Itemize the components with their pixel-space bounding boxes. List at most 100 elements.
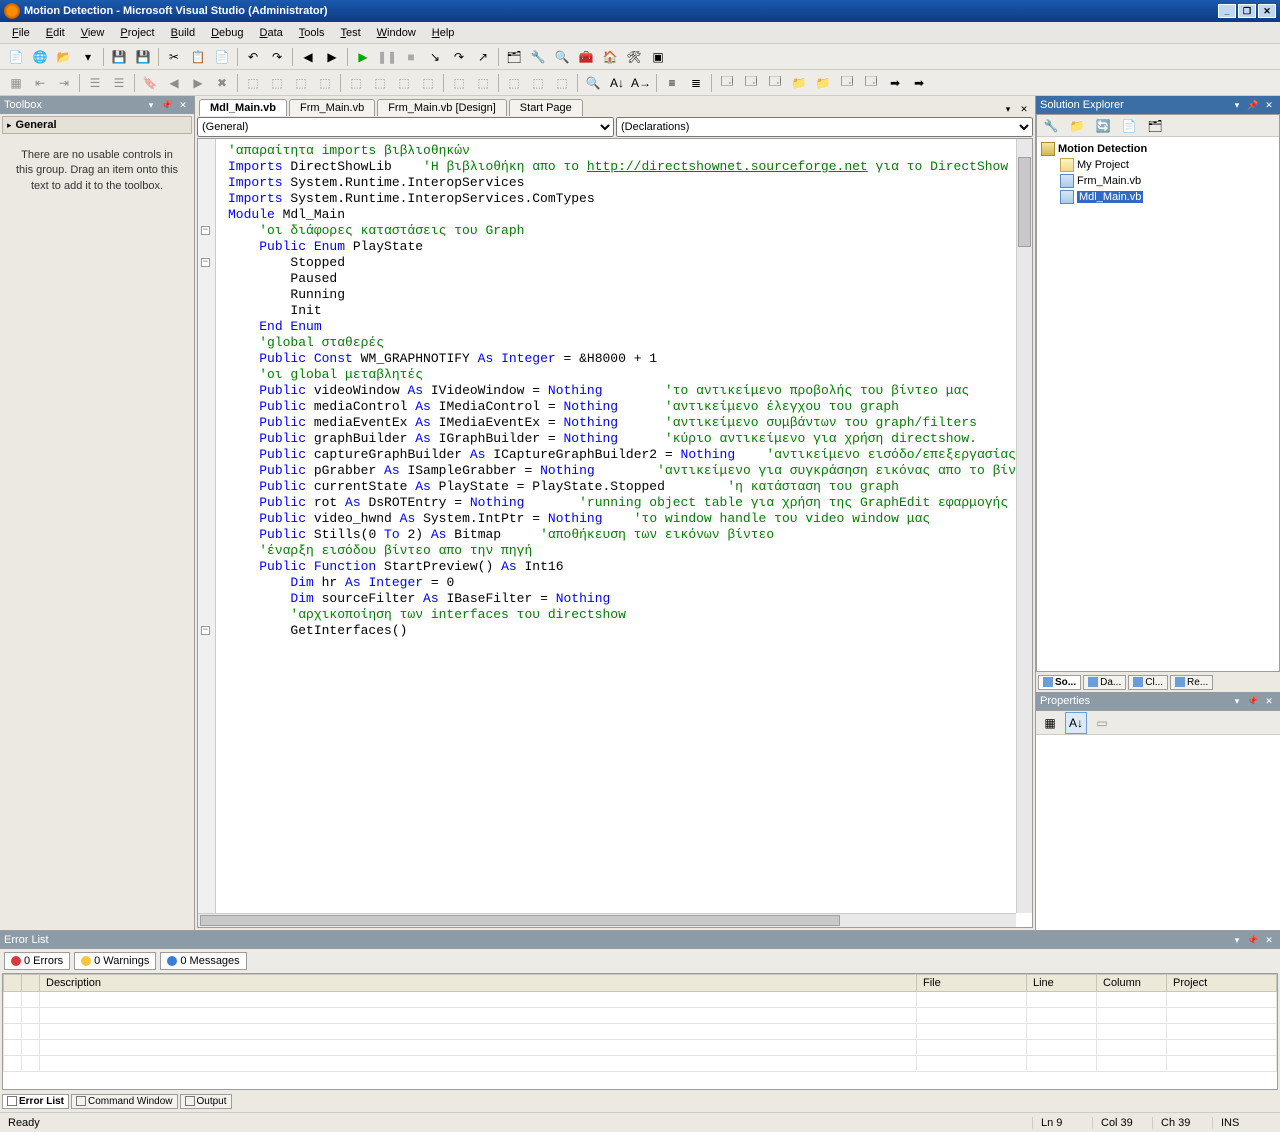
tree-item[interactable]: My Project <box>1077 159 1129 171</box>
win-6-icon[interactable]: 🗔 <box>836 72 858 94</box>
outline-toggle-icon[interactable]: − <box>201 626 210 635</box>
cmd-window-icon[interactable]: ▣ <box>647 46 669 68</box>
menu-test[interactable]: Test <box>332 25 368 41</box>
props-categorized-icon[interactable]: ▦ <box>1039 712 1061 734</box>
new-project-icon[interactable]: 📄 <box>5 46 27 68</box>
tabs-dropdown-icon[interactable]: ▾ <box>1001 102 1015 116</box>
editor-hscroll[interactable] <box>198 913 1016 927</box>
menu-help[interactable]: Help <box>424 25 463 41</box>
indent-inc-icon[interactable]: ⇥ <box>53 72 75 94</box>
indent-dec-icon[interactable]: ⇤ <box>29 72 51 94</box>
error-grid[interactable]: DescriptionFileLineColumnProject <box>2 973 1278 1090</box>
minimize-button[interactable]: _ <box>1218 4 1236 18</box>
icon-34[interactable]: ⬚ <box>503 72 525 94</box>
project-node[interactable]: Motion Detection <box>1058 143 1147 155</box>
icon-36[interactable]: ⬚ <box>551 72 573 94</box>
step-over-icon[interactable]: ↷ <box>448 46 470 68</box>
win-1-icon[interactable]: 🗔 <box>716 72 738 94</box>
bottom-tab-command-window[interactable]: Command Window <box>71 1094 177 1109</box>
solex-viewcode-icon[interactable]: 📄 <box>1118 115 1140 137</box>
close-button[interactable]: ✕ <box>1258 4 1276 18</box>
open-icon[interactable]: 📂 <box>53 46 75 68</box>
panel-tab-2[interactable]: Cl... <box>1128 675 1168 690</box>
errlist-pin-icon[interactable]: 📌 <box>1246 933 1260 947</box>
solex-viewdesigner-icon[interactable]: 🗂 <box>1144 115 1166 137</box>
icon-28[interactable]: ⬚ <box>345 72 367 94</box>
bookmark-prev-icon[interactable]: ◀ <box>163 72 185 94</box>
err-col-0[interactable] <box>4 975 22 992</box>
toolbox-pin-icon[interactable]: 📌 <box>160 98 174 112</box>
toolbox-dropdown-icon[interactable]: ▾ <box>144 98 158 112</box>
errlist-close-icon[interactable]: ✕ <box>1262 933 1276 947</box>
menu-build[interactable]: Build <box>163 25 203 41</box>
menu-edit[interactable]: Edit <box>38 25 73 41</box>
properties-window-icon[interactable]: 🔧 <box>527 46 549 68</box>
save-all-icon[interactable]: 💾 <box>132 46 154 68</box>
nav-fwd-icon[interactable]: ▶ <box>321 46 343 68</box>
scope-dropdown-left[interactable]: (General) <box>197 117 614 137</box>
props-alphabetical-icon[interactable]: A↓ <box>1065 712 1087 734</box>
err-col-Column[interactable]: Column <box>1097 975 1167 992</box>
tabs-close-icon[interactable]: ✕ <box>1017 102 1031 116</box>
restore-button[interactable]: ❐ <box>1238 4 1256 18</box>
new-site-icon[interactable]: 🌐 <box>29 46 51 68</box>
step-out-icon[interactable]: ↗ <box>472 46 494 68</box>
win-8-icon[interactable]: ➡ <box>884 72 906 94</box>
menu-project[interactable]: Project <box>112 25 162 41</box>
toolbox-close-icon[interactable]: ✕ <box>176 98 190 112</box>
uncomment-icon[interactable]: ☰ <box>108 72 130 94</box>
icon-32[interactable]: ⬚ <box>448 72 470 94</box>
bookmark-clear-icon[interactable]: ✖ <box>211 72 233 94</box>
outline-toggle-icon[interactable]: − <box>201 258 210 267</box>
scope-dropdown-right[interactable]: (Declarations) <box>616 117 1033 137</box>
warnings-filter[interactable]: 0 Warnings <box>74 952 156 970</box>
bottom-tab-error-list[interactable]: Error List <box>2 1094 69 1109</box>
tab-order-icon[interactable]: ≡ <box>661 72 683 94</box>
win-4-icon[interactable]: 📁 <box>788 72 810 94</box>
panel-tab-0[interactable]: So... <box>1038 675 1081 690</box>
err-col-Description[interactable]: Description <box>40 975 917 992</box>
win-2-icon[interactable]: 🗔 <box>740 72 762 94</box>
stop-icon[interactable]: ■ <box>400 46 422 68</box>
icon-40[interactable]: ≣ <box>685 72 707 94</box>
panel-tab-3[interactable]: Re... <box>1170 675 1213 690</box>
panel-tab-1[interactable]: Da... <box>1083 675 1126 690</box>
toolbox-icon[interactable]: 🧰 <box>575 46 597 68</box>
icon-27[interactable]: ⬚ <box>314 72 336 94</box>
find-next-icon[interactable]: A↓ <box>606 72 628 94</box>
menu-data[interactable]: Data <box>252 25 291 41</box>
icon-25[interactable]: ⬚ <box>266 72 288 94</box>
icon-35[interactable]: ⬚ <box>527 72 549 94</box>
solex-pin-icon[interactable]: 📌 <box>1246 98 1260 112</box>
find-icon[interactable]: 🔍 <box>582 72 604 94</box>
menu-file[interactable]: File <box>4 25 38 41</box>
err-col-Line[interactable]: Line <box>1027 975 1097 992</box>
props-pages-icon[interactable]: ▭ <box>1091 712 1113 734</box>
icon-30[interactable]: ⬚ <box>393 72 415 94</box>
win-3-icon[interactable]: 🗔 <box>764 72 786 94</box>
cut-icon[interactable]: ✂ <box>163 46 185 68</box>
add-item-icon[interactable]: ▾ <box>77 46 99 68</box>
bottom-tab-output[interactable]: Output <box>180 1094 232 1109</box>
solex-properties-icon[interactable]: 🔧 <box>1040 115 1062 137</box>
solution-explorer-icon[interactable]: 🗂 <box>503 46 525 68</box>
redo-icon[interactable]: ↷ <box>266 46 288 68</box>
tree-item[interactable]: Mdl_Main.vb <box>1077 191 1143 203</box>
replace-icon[interactable]: A→ <box>630 72 652 94</box>
toolbox-category-general[interactable]: General <box>2 116 192 134</box>
menu-view[interactable]: View <box>73 25 113 41</box>
err-col-Project[interactable]: Project <box>1167 975 1277 992</box>
icon-24[interactable]: ⬚ <box>242 72 264 94</box>
solex-refresh-icon[interactable]: 🔄 <box>1092 115 1114 137</box>
tab-mdl-main-vb[interactable]: Mdl_Main.vb <box>199 99 287 116</box>
solex-close-icon[interactable]: ✕ <box>1262 98 1276 112</box>
err-col-File[interactable]: File <box>917 975 1027 992</box>
icon-31[interactable]: ⬚ <box>417 72 439 94</box>
outline-toggle-icon[interactable]: − <box>201 226 210 235</box>
start-debug-icon[interactable]: ▶ <box>352 46 374 68</box>
object-browser-icon[interactable]: 🔍 <box>551 46 573 68</box>
messages-filter[interactable]: 0 Messages <box>160 952 246 970</box>
pause-icon[interactable]: ❚❚ <box>376 46 398 68</box>
errlist-dropdown-icon[interactable]: ▾ <box>1230 933 1244 947</box>
errors-filter[interactable]: 0 Errors <box>4 952 70 970</box>
